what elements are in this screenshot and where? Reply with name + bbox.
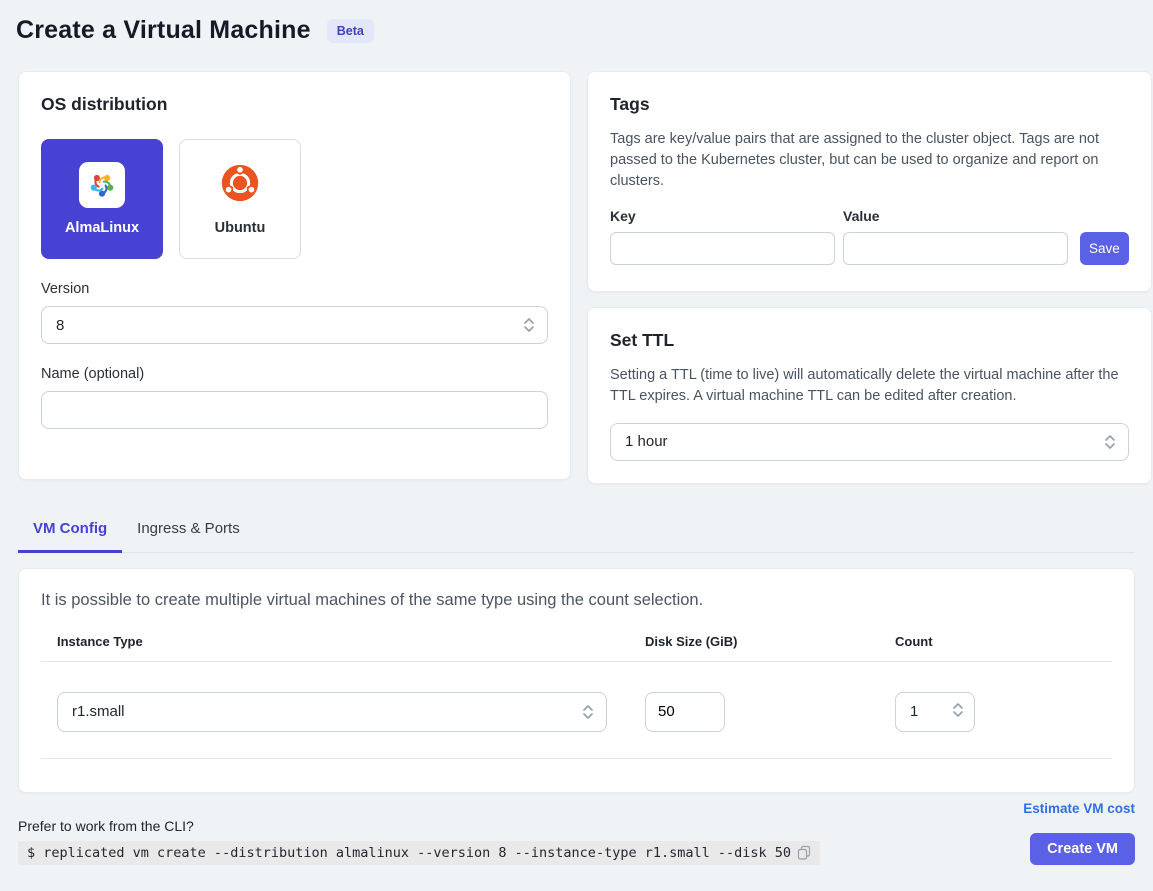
page-header: Create a Virtual Machine Beta: [16, 16, 1135, 45]
os-options: AlmaLinux: [41, 139, 548, 259]
tab-ingress-ports[interactable]: Ingress & Ports: [122, 510, 255, 553]
tag-key-value-row: Key Value Save: [610, 208, 1129, 265]
cli-block: Prefer to work from the CLI? $ replicate…: [18, 818, 820, 865]
vm-config-intro: It is possible to create multiple virtua…: [41, 591, 1112, 610]
cli-command-text: $ replicated vm create --distribution al…: [27, 845, 791, 861]
disk-size-input[interactable]: [645, 692, 725, 732]
footer: Prefer to work from the CLI? $ replicate…: [18, 801, 1135, 865]
tab-vm-config[interactable]: VM Config: [18, 510, 122, 553]
name-label: Name (optional): [41, 366, 548, 382]
copy-icon[interactable]: [797, 845, 811, 860]
ttl-select[interactable]: 1 hour: [610, 423, 1129, 461]
column-count: Count: [895, 634, 1112, 649]
chevron-updown-icon: [523, 316, 535, 334]
chevron-updown-icon: [952, 701, 964, 723]
tag-value-label: Value: [843, 208, 1068, 224]
top-cards: OS distribution AlmaLinux: [18, 71, 1135, 484]
vm-table: Instance Type Disk Size (GiB) Count r1.s…: [41, 634, 1112, 759]
os-option-label: AlmaLinux: [65, 220, 139, 236]
ubuntu-icon: [220, 163, 260, 208]
footer-actions: Estimate VM cost Create VM: [1023, 801, 1135, 865]
vm-table-header: Instance Type Disk Size (GiB) Count: [41, 634, 1112, 662]
version-select-value: 8: [56, 317, 64, 334]
set-ttl-card: Set TTL Setting a TTL (time to live) wil…: [587, 307, 1152, 484]
instance-type-value: r1.small: [72, 703, 125, 720]
ttl-card-description: Setting a TTL (time to live) will automa…: [610, 365, 1129, 407]
tab-bar: VM Config Ingress & Ports: [18, 510, 1135, 553]
chevron-updown-icon: [582, 703, 594, 721]
ttl-card-title: Set TTL: [610, 330, 1129, 351]
tags-card-title: Tags: [610, 94, 1129, 115]
os-option-ubuntu[interactable]: Ubuntu: [179, 139, 301, 259]
tags-card: Tags Tags are key/value pairs that are a…: [587, 71, 1152, 292]
column-instance-type: Instance Type: [57, 634, 645, 649]
tag-value-input[interactable]: [843, 232, 1068, 265]
version-select[interactable]: 8: [41, 306, 548, 344]
tag-value-column: Value: [843, 208, 1068, 265]
cli-label: Prefer to work from the CLI?: [18, 818, 820, 834]
cli-command: $ replicated vm create --distribution al…: [18, 841, 820, 865]
chevron-updown-icon: [1104, 433, 1116, 451]
os-option-almalinux[interactable]: AlmaLinux: [41, 139, 163, 259]
save-tag-button[interactable]: Save: [1080, 232, 1129, 265]
vm-table-row: r1.small 1: [41, 662, 1112, 759]
column-disk-size: Disk Size (GiB): [645, 634, 895, 649]
count-stepper[interactable]: 1: [895, 692, 975, 732]
create-vm-button[interactable]: Create VM: [1030, 833, 1135, 865]
instance-type-select[interactable]: r1.small: [57, 692, 607, 732]
count-value: 1: [910, 703, 918, 720]
os-option-label: Ubuntu: [215, 220, 266, 236]
os-card-title: OS distribution: [41, 94, 548, 115]
almalinux-icon: [79, 162, 125, 208]
estimate-vm-cost-link[interactable]: Estimate VM cost: [1023, 801, 1135, 816]
ttl-select-value: 1 hour: [625, 433, 668, 450]
beta-badge: Beta: [327, 19, 374, 43]
name-input[interactable]: [41, 391, 548, 429]
page-title: Create a Virtual Machine: [16, 16, 311, 45]
tag-key-column: Key: [610, 208, 835, 265]
tag-key-label: Key: [610, 208, 835, 224]
create-vm-page: Create a Virtual Machine Beta OS distrib…: [0, 0, 1153, 891]
version-label: Version: [41, 281, 548, 297]
vm-config-card: It is possible to create multiple virtua…: [18, 568, 1135, 793]
right-column: Tags Tags are key/value pairs that are a…: [587, 71, 1152, 484]
os-distribution-card: OS distribution AlmaLinux: [18, 71, 571, 480]
tags-card-description: Tags are key/value pairs that are assign…: [610, 129, 1129, 192]
tag-key-input[interactable]: [610, 232, 835, 265]
